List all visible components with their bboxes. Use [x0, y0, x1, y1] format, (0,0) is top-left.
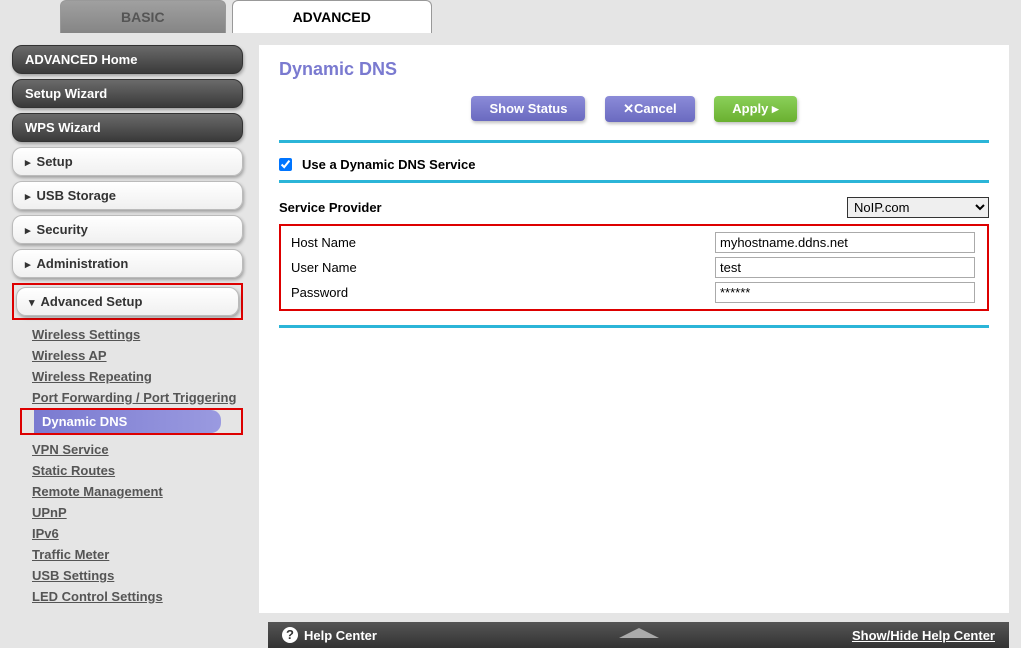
nav-wps-wizard[interactable]: WPS Wizard [12, 113, 243, 142]
submenu-led-control[interactable]: LED Control Settings [32, 586, 243, 607]
nav-administration[interactable]: Administration [12, 249, 243, 278]
pass-input[interactable] [715, 282, 975, 303]
nav-advanced-home[interactable]: ADVANCED Home [12, 45, 243, 74]
provider-select[interactable]: NoIP.com [847, 197, 989, 218]
submenu-wireless-ap[interactable]: Wireless AP [32, 345, 243, 366]
submenu-traffic-meter[interactable]: Traffic Meter [32, 544, 243, 565]
submenu-upnp[interactable]: UPnP [32, 502, 243, 523]
help-bar: ? Help Center Show/Hide Help Center [268, 622, 1009, 648]
user-input[interactable] [715, 257, 975, 278]
host-label: Host Name [285, 235, 715, 250]
cancel-button[interactable]: ✕Cancel [605, 96, 695, 122]
advanced-setup-submenu: Wireless Settings Wireless AP Wireless R… [12, 324, 243, 607]
separator [279, 140, 989, 143]
nav-advanced-setup[interactable]: Advanced Setup [16, 287, 239, 316]
help-center-label[interactable]: ? Help Center [282, 627, 377, 643]
separator [279, 325, 989, 328]
submenu-dynamic-dns[interactable]: Dynamic DNS [34, 410, 221, 433]
submenu-static-routes[interactable]: Static Routes [32, 460, 243, 481]
highlight-dynamic-dns: Dynamic DNS [20, 408, 243, 435]
page-title: Dynamic DNS [279, 59, 989, 80]
nav-setup-wizard[interactable]: Setup Wizard [12, 79, 243, 108]
use-ddns-label: Use a Dynamic DNS Service [302, 157, 475, 172]
submenu-vpn-service[interactable]: VPN Service [32, 439, 243, 460]
nav-setup[interactable]: Setup [12, 147, 243, 176]
submenu-port-forwarding[interactable]: Port Forwarding / Port Triggering [32, 387, 243, 408]
nav-usb-storage[interactable]: USB Storage [12, 181, 243, 210]
apply-button[interactable]: Apply ▸ [714, 96, 796, 122]
highlight-input-block: Host Name User Name Password [279, 224, 989, 311]
tab-basic[interactable]: BASIC [60, 0, 226, 33]
pass-label: Password [285, 285, 715, 300]
nav-security[interactable]: Security [12, 215, 243, 244]
submenu-wireless-settings[interactable]: Wireless Settings [32, 324, 243, 345]
submenu-wireless-repeating[interactable]: Wireless Repeating [32, 366, 243, 387]
user-label: User Name [285, 260, 715, 275]
content-panel: Dynamic DNS Show Status ✕Cancel Apply ▸ … [259, 45, 1009, 613]
expand-icon[interactable] [619, 628, 659, 638]
separator [279, 180, 989, 183]
provider-label: Service Provider [279, 200, 709, 215]
highlight-advanced-setup: Advanced Setup [12, 283, 243, 320]
question-icon: ? [282, 627, 298, 643]
submenu-remote-management[interactable]: Remote Management [32, 481, 243, 502]
use-ddns-checkbox[interactable] [279, 158, 292, 171]
sidebar: ADVANCED Home Setup Wizard WPS Wizard Se… [0, 33, 255, 613]
submenu-ipv6[interactable]: IPv6 [32, 523, 243, 544]
show-status-button[interactable]: Show Status [471, 96, 585, 121]
tab-advanced[interactable]: ADVANCED [232, 0, 432, 33]
show-hide-help[interactable]: Show/Hide Help Center [852, 628, 995, 643]
submenu-usb-settings[interactable]: USB Settings [32, 565, 243, 586]
host-input[interactable] [715, 232, 975, 253]
